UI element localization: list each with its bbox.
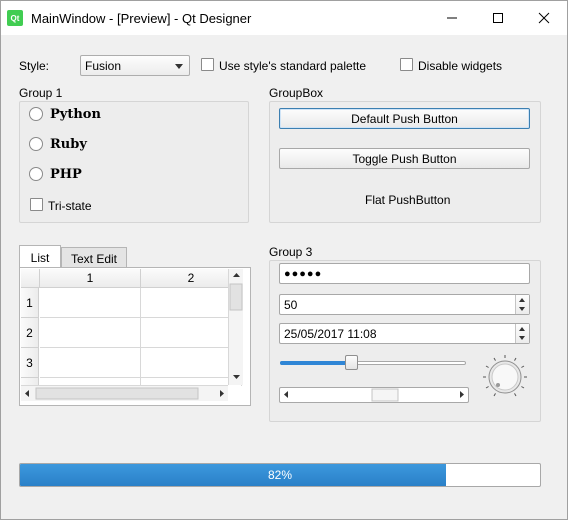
group1-title: Group 1 (19, 86, 63, 100)
slider-fill (280, 361, 351, 365)
disable-widgets-label: Disable widgets (418, 59, 503, 73)
toggle-push-button[interactable]: Toggle Push Button (279, 148, 530, 169)
datetime-arrows[interactable] (515, 324, 529, 343)
table-cell[interactable] (141, 288, 242, 318)
title-bar: Qt MainWindow - [Preview] - Qt Designer (1, 1, 567, 35)
radio-python-label: Python (50, 107, 101, 122)
scroll-arrows-icon (284, 388, 464, 402)
minimize-button[interactable] (429, 1, 475, 35)
table-cell[interactable] (40, 348, 141, 378)
row-header-1[interactable]: 1 (21, 288, 39, 318)
slider-handle[interactable] (344, 355, 358, 370)
standard-palette-checkbox[interactable] (201, 58, 214, 71)
groupbox-title: GroupBox (269, 86, 324, 100)
row-header-3[interactable]: 3 (21, 348, 39, 378)
progress-label: 82% (267, 468, 293, 482)
column-header-1[interactable]: 1 (40, 269, 141, 288)
disable-widgets-checkbox[interactable] (400, 58, 413, 71)
scroll-arrows-icon (229, 273, 243, 379)
datetime-edit-value: 25/05/2017 11:08 (284, 327, 377, 341)
table-cell[interactable] (141, 318, 242, 348)
table-widget[interactable]: 1 2 1 2 3 (21, 269, 244, 386)
table-cell[interactable] (40, 318, 141, 348)
minimize-icon (447, 17, 457, 19)
tristate-checkbox[interactable] (30, 198, 43, 211)
scroll-arrows-icon (25, 387, 224, 400)
flat-push-button[interactable]: Flat PushButton (365, 193, 450, 207)
style-combobox[interactable]: Fusion (80, 55, 190, 76)
qt-logo-icon: Qt (7, 10, 23, 26)
maximize-button[interactable] (475, 1, 521, 35)
table-cell[interactable] (40, 288, 141, 318)
datetime-edit[interactable]: 25/05/2017 11:08 (279, 323, 530, 344)
style-label: Style: (19, 59, 50, 73)
maximize-icon (493, 13, 503, 23)
default-push-button[interactable]: Default Push Button (279, 108, 530, 129)
radio-ruby[interactable] (29, 137, 43, 151)
tristate-label: Tri-state (48, 199, 92, 213)
spin-box[interactable]: 50 (279, 294, 530, 315)
password-field[interactable]: ●●●●● (279, 263, 530, 284)
style-combobox-value: Fusion (85, 59, 122, 73)
table-horizontal-scrollbar[interactable] (21, 385, 228, 401)
column-header-2[interactable]: 2 (141, 269, 242, 288)
window-title: MainWindow - [Preview] - Qt Designer (31, 11, 252, 26)
radio-ruby-label: Ruby (50, 137, 87, 152)
table-cell[interactable] (141, 348, 242, 378)
password-field-value: ●●●●● (284, 268, 323, 280)
spin-box-value: 50 (284, 298, 298, 312)
main-window: Qt MainWindow - [Preview] - Qt Designer … (0, 0, 568, 520)
radio-python[interactable] (29, 107, 43, 121)
group3-horizontal-scrollbar[interactable] (279, 387, 469, 403)
tab-list[interactable]: List (19, 245, 61, 269)
chevron-down-icon (175, 64, 183, 69)
standard-palette-label: Use style's standard palette (219, 59, 367, 73)
tab-text-edit[interactable]: Text Edit (61, 247, 127, 269)
table-corner (21, 269, 40, 288)
row-header-2[interactable]: 2 (21, 318, 39, 348)
close-icon (538, 12, 550, 24)
group3-title: Group 3 (269, 245, 313, 259)
close-button[interactable] (521, 1, 567, 35)
dial-knob[interactable] (481, 353, 529, 401)
spin-box-arrows[interactable] (515, 295, 529, 314)
radio-php[interactable] (29, 167, 43, 181)
table-vertical-scrollbar[interactable] (228, 269, 243, 385)
progress-bar: 82% (19, 463, 541, 487)
radio-php-label: PHP (50, 167, 82, 182)
